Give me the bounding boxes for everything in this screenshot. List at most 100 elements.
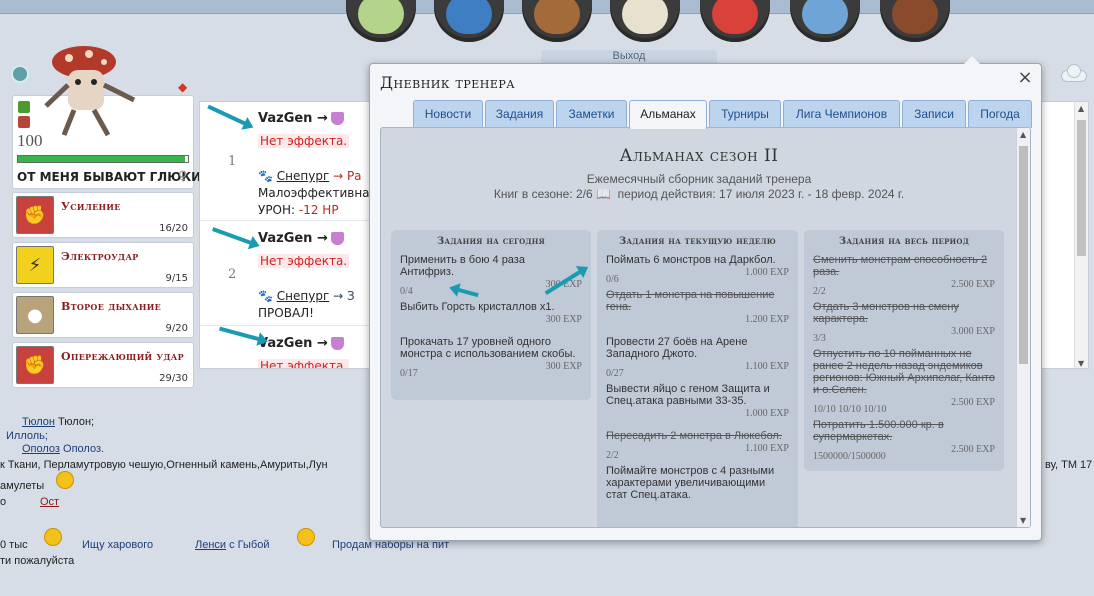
- task-footer: 1.200 EXP: [606, 314, 789, 326]
- scroll-down-icon[interactable]: ▼: [1020, 516, 1026, 525]
- task-text: Выбить Горсть кристаллов х1.: [400, 301, 555, 313]
- almanac-subtitle: Ежемесячный сборник заданий тренера: [586, 172, 812, 186]
- move-pp: 9/15: [165, 273, 188, 284]
- task-footer: 2/2 2.500 EXP: [813, 279, 995, 297]
- task-item: Отпустить по 10 пойманных не ранее 2 нед…: [813, 348, 995, 415]
- chat-user-link[interactable]: Ост: [40, 496, 59, 508]
- target-link[interactable]: Снепург: [277, 169, 329, 183]
- task-text: Пересадить 2 монстра в Люкебол.: [606, 430, 782, 442]
- book-icon: 📖: [596, 187, 611, 201]
- weather-cloud-icon[interactable]: [1057, 62, 1089, 84]
- close-icon[interactable]: ×: [1015, 68, 1035, 88]
- smiley-icon: [297, 528, 315, 546]
- move-name: Электроудар: [61, 250, 139, 263]
- tab-tasks[interactable]: Задания: [485, 100, 554, 128]
- tab-notes[interactable]: Заметки: [556, 100, 627, 128]
- tab-tournaments[interactable]: Турниры: [709, 100, 781, 128]
- attacker-label: VazGen →: [258, 231, 328, 246]
- task-exp: 3.000 EXP: [951, 326, 995, 337]
- column-title: Задания на весь период: [838, 236, 970, 247]
- effectiveness-text: Малоэффективная: [258, 186, 377, 200]
- almanac-panel: Альманах сезон II Ежемесячный сборник за…: [380, 127, 1031, 528]
- modal-caret: [963, 56, 981, 65]
- backpack-icon[interactable]: [522, 0, 592, 42]
- task-progress: 0/17: [400, 368, 418, 379]
- exit-label: Выход: [612, 50, 646, 62]
- task-exp: 1.000 EXP: [745, 267, 789, 278]
- move-slot[interactable]: ● Второе дыхание 9/20: [12, 292, 194, 338]
- log-entry: VazGen → Нет эффекта.: [200, 327, 380, 368]
- fail-text: ПРОВАЛ!: [258, 306, 314, 320]
- settings-icon[interactable]: [790, 0, 860, 42]
- effect-text: Нет эффекта.: [258, 359, 350, 368]
- pokedex-icon[interactable]: [700, 0, 770, 42]
- task-footer: 300 EXP: [400, 314, 582, 326]
- damage-line: УРОН: -12 HP: [258, 203, 339, 217]
- modal-scrollbar[interactable]: ▲ ▼: [1016, 128, 1030, 527]
- task-item: Выбить Горсть кристаллов х1. 300 EXP: [400, 301, 582, 326]
- task-exp: 1.100 EXP: [745, 361, 789, 372]
- log-entry: 1 VazGen → Нет эффекта. 🐾 Снепург → Ра М…: [200, 102, 380, 221]
- chat-user-link[interactable]: Тюлон: [22, 416, 55, 428]
- potion-icon: [330, 337, 344, 350]
- task-footer: 2/2 1.100 EXP: [606, 443, 789, 461]
- chat-user-link[interactable]: Ополоз: [22, 443, 60, 455]
- scroll-up-icon[interactable]: ▲: [1078, 104, 1084, 113]
- tab-almanac[interactable]: Альманах: [629, 100, 707, 129]
- status-green-icon: [18, 101, 30, 113]
- task-item: Поймать 6 монстров на Даркбол. 0/6 1.000 …: [606, 254, 789, 285]
- scroll-thumb[interactable]: [1019, 146, 1028, 364]
- task-exp: 2.500 EXP: [951, 444, 995, 455]
- chat-line: о: [0, 496, 6, 508]
- log-scrollbar[interactable]: ▲ ▼: [1074, 102, 1088, 368]
- task-text: Отпустить по 10 пойманных не ранее 2 нед…: [813, 348, 995, 396]
- column-title: Задания на сегодня: [437, 236, 545, 247]
- scroll-up-icon[interactable]: ▲: [1020, 130, 1026, 139]
- chat-line: Ост: [40, 496, 59, 508]
- hp-fill: [18, 156, 185, 162]
- monster-name: ОТ МЕНЯ БЫВАЮТ ГЛЮКИ: [17, 170, 202, 184]
- task-progress: 2/2: [813, 286, 826, 297]
- attacker-name: VazGen →: [258, 111, 344, 126]
- tab-champions-league[interactable]: Лига Чемпионов: [783, 100, 900, 128]
- gender-icon: ♀: [178, 169, 188, 184]
- scroll-down-icon[interactable]: ▼: [1078, 359, 1084, 368]
- chat-line: ти пожалуйста: [0, 555, 75, 567]
- chat-line: Ищу харового: [82, 539, 154, 551]
- season-tasks-column: Задания на весь период Сменить монстрам …: [804, 230, 1004, 471]
- diary-icon[interactable]: [880, 0, 950, 42]
- column-title: Задания на текущую неделю: [618, 236, 777, 247]
- damage-label: УРОН:: [258, 203, 296, 217]
- task-exp: 2.500 EXP: [951, 279, 995, 290]
- task-item: Потратить 1.500.000 кр. в супермаркетах.…: [813, 419, 995, 462]
- task-progress: 0/27: [606, 368, 624, 379]
- chat-text: Ополоз.: [63, 443, 105, 455]
- move-slot[interactable]: ⚡ Электроудар 9/15: [12, 242, 194, 288]
- chat-user-link[interactable]: Ленси: [195, 539, 226, 551]
- tab-weather[interactable]: Погода: [968, 100, 1032, 128]
- pokeball-icon[interactable]: [434, 0, 504, 42]
- monster-sprite-icon: [44, 46, 136, 137]
- smiley-icon: [44, 528, 62, 546]
- chat-line: амулеты: [0, 480, 45, 492]
- chat-text: Иллоль;: [6, 430, 48, 442]
- task-footer: 1500000/1500000 2.500 EXP: [813, 444, 995, 462]
- tab-records[interactable]: Записи: [902, 100, 966, 128]
- target-link[interactable]: Снепург: [277, 289, 329, 303]
- tab-news[interactable]: Новости: [413, 100, 483, 128]
- task-progress: 0/6: [606, 274, 619, 285]
- move-pp: 9/20: [165, 323, 188, 334]
- move-slot[interactable]: ✊ Усиление 16/20: [12, 192, 194, 238]
- hp-bar: [17, 155, 189, 163]
- task-item: Прокачать 17 уровней одного монстра с ис…: [400, 336, 582, 379]
- move-slot[interactable]: ✊ Опережающий удар 29/30: [12, 342, 194, 388]
- chat-line: 0 тыс: [0, 539, 28, 551]
- trainer-icon[interactable]: [346, 0, 416, 42]
- task-text: Отдать 1 монстра на повышение гена.: [606, 289, 775, 313]
- fight-icon: ✊: [16, 346, 54, 384]
- scroll-thumb[interactable]: [1077, 120, 1086, 256]
- task-footer: 3/3 3.000 EXP: [813, 326, 995, 344]
- task-item: Вывести яйцо с геном Защита и Спец.атака…: [606, 383, 789, 420]
- mail-icon[interactable]: [610, 0, 680, 42]
- modal-title: Дневник тренера: [380, 73, 516, 92]
